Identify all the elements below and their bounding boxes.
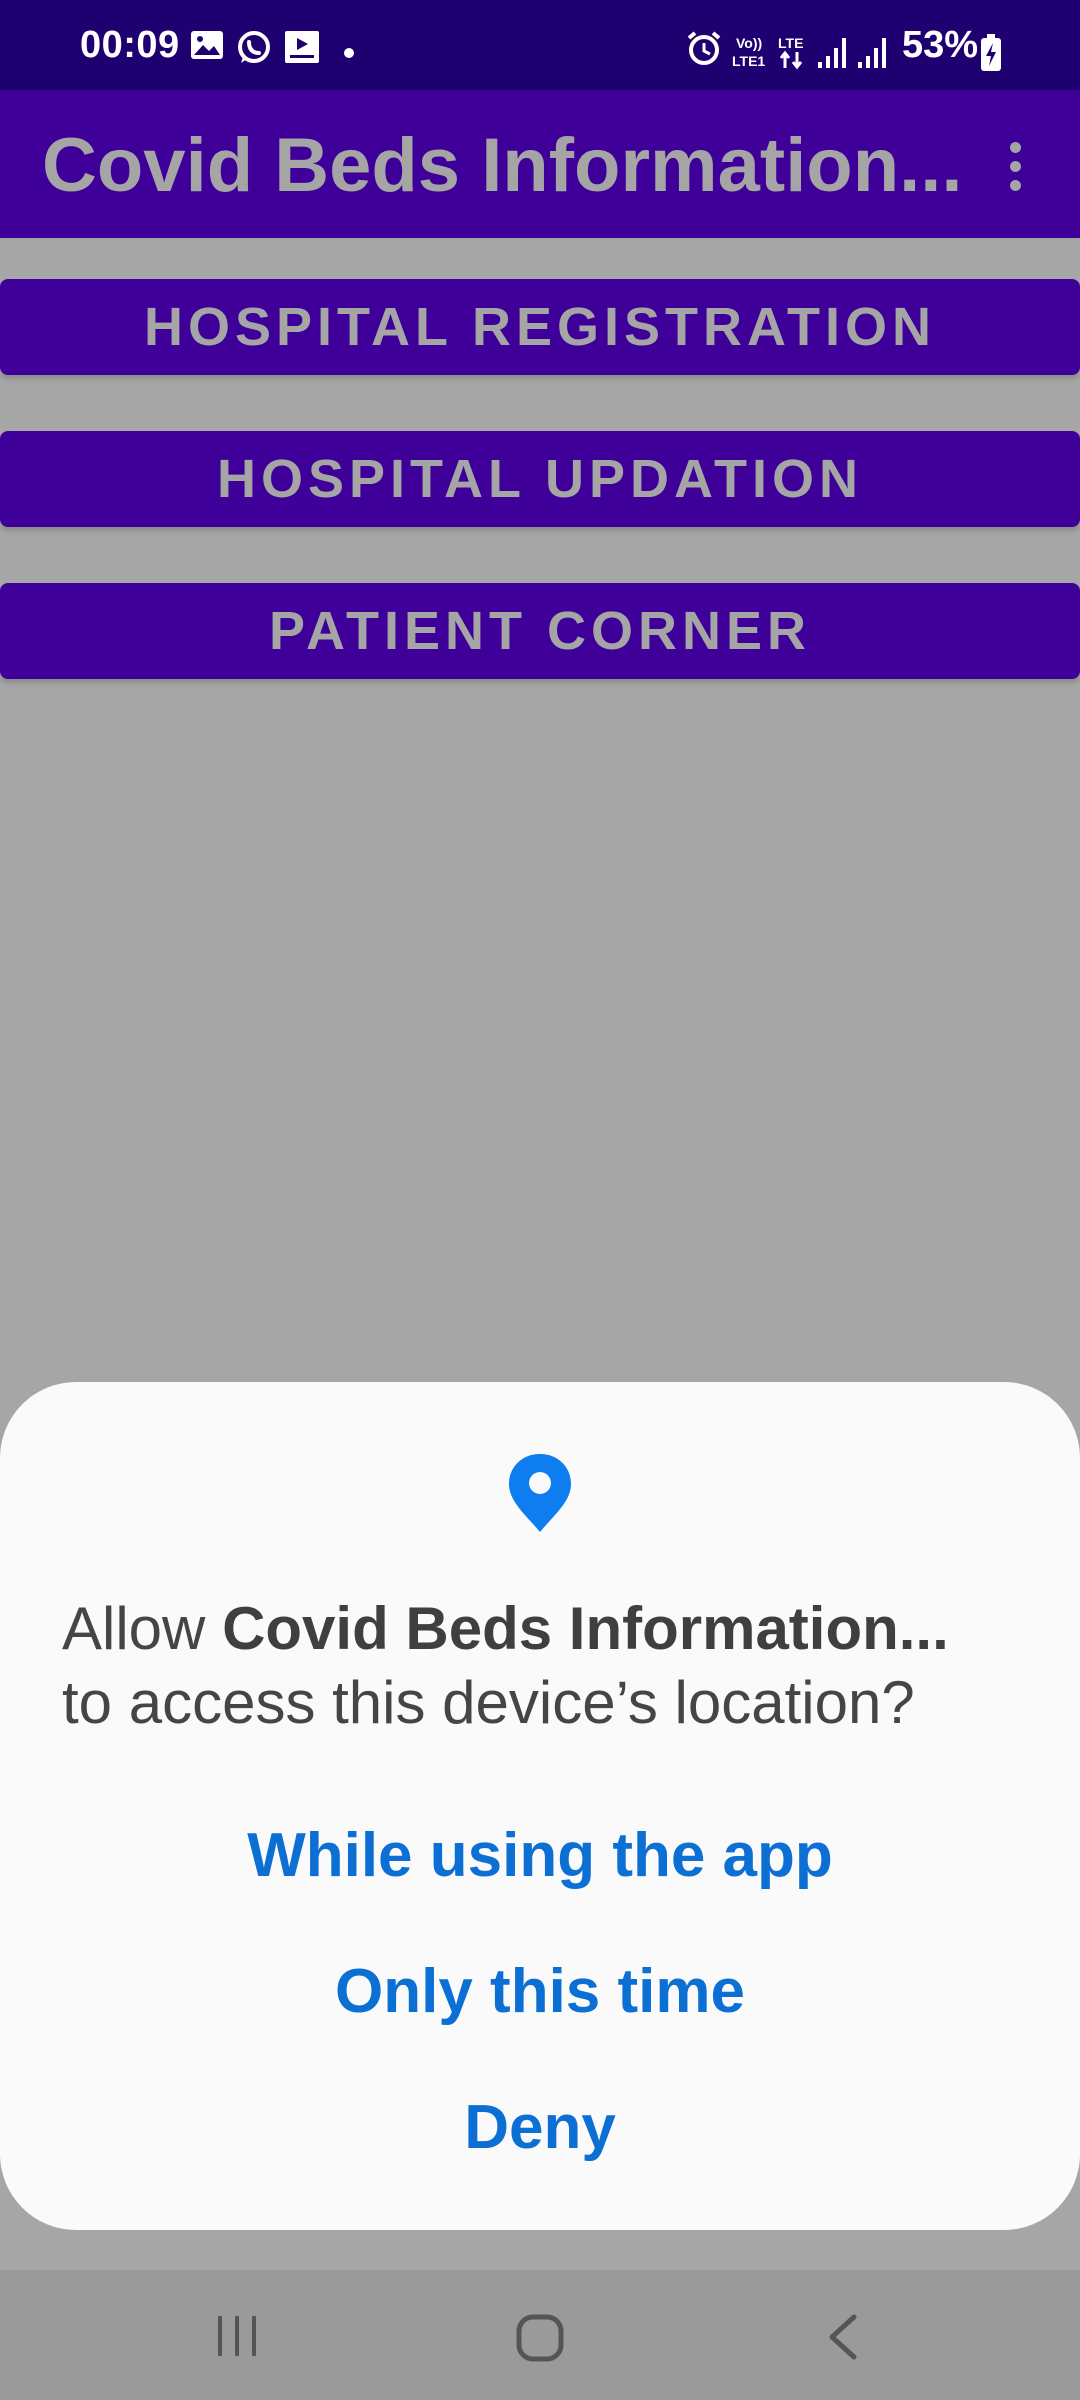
navigation-bar — [0, 2270, 1080, 2400]
status-bar: 00:09 Vo)) LTE1 LTE 53% — [0, 0, 1080, 90]
status-time: 00:09 — [80, 24, 180, 66]
dialog-app-name: Covid Beds Information... — [222, 1595, 949, 1662]
only-this-time-button[interactable]: Only this time — [0, 1956, 1080, 2027]
alarm-icon — [687, 31, 721, 65]
overflow-menu-icon[interactable] — [1010, 142, 1021, 199]
media-icon — [285, 31, 319, 63]
svg-text:LTE: LTE — [778, 35, 803, 51]
recent-apps-icon[interactable] — [214, 2314, 260, 2358]
lte-icon: LTE — [778, 35, 803, 70]
hospital-registration-button[interactable]: HOSPITAL REGISTRATION — [0, 279, 1080, 375]
dot-icon — [344, 48, 354, 58]
while-using-app-button[interactable]: While using the app — [0, 1820, 1080, 1891]
dialog-message-suffix: to access this device’s location? — [62, 1669, 915, 1736]
whatsapp-icon — [238, 31, 270, 63]
dialog-message-prefix: Allow — [62, 1595, 223, 1662]
signal-icon — [858, 38, 886, 68]
svg-text:LTE1: LTE1 — [732, 53, 765, 69]
deny-button[interactable]: Deny — [0, 2092, 1080, 2163]
battery-charging-icon — [981, 34, 1001, 71]
battery-percentage: 53% — [902, 24, 979, 66]
svg-text:Vo)): Vo)) — [736, 35, 762, 51]
app-bar: Covid Beds Information... — [0, 90, 1080, 238]
patient-corner-button[interactable]: PATIENT CORNER — [0, 583, 1080, 679]
location-pin-icon — [509, 1454, 571, 1532]
app-title: Covid Beds Information... — [42, 123, 963, 208]
volte-icon: Vo)) LTE1 — [732, 35, 765, 69]
signal-icon — [818, 38, 846, 68]
location-permission-dialog: Allow Covid Beds Information... to acces… — [0, 1382, 1080, 2230]
gallery-icon — [191, 31, 223, 59]
home-icon[interactable] — [516, 2314, 564, 2362]
hospital-updation-button[interactable]: HOSPITAL UPDATION — [0, 431, 1080, 527]
back-icon[interactable] — [826, 2314, 860, 2360]
dialog-message: Allow Covid Beds Information... to acces… — [62, 1592, 1022, 1740]
